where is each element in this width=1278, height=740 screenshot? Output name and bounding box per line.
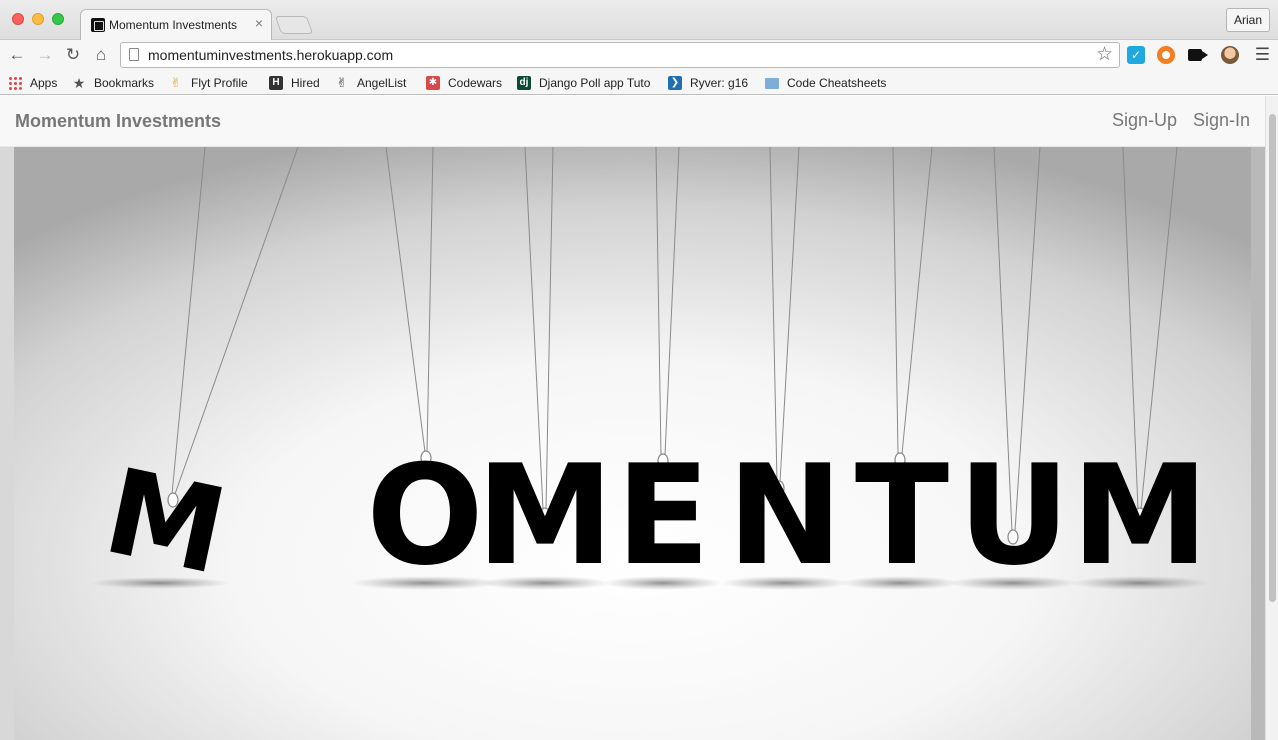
pendulum-string: [655, 147, 662, 456]
close-window-button[interactable]: [12, 13, 24, 25]
bookmark-label: Ryver: g16: [690, 76, 749, 90]
bookmark-bookmarks[interactable]: ★ Bookmarks: [72, 74, 154, 92]
page-icon: [129, 48, 139, 61]
pendulum-string: [769, 147, 778, 483]
url-text[interactable]: momentuminvestments.herokuapp.com: [148, 47, 393, 63]
site-favicon-icon: [91, 18, 105, 32]
web-page: Momentum Investments Sign-Up Sign-In M O…: [0, 96, 1278, 740]
hero-letter-u: U: [958, 435, 1070, 596]
codewars-icon: ✱: [426, 76, 440, 90]
hero-letter-o: O: [366, 435, 483, 596]
bookmark-label: Flyt Profile: [191, 76, 248, 90]
pendulum-string: [174, 147, 299, 495]
maximize-window-button[interactable]: [52, 13, 64, 25]
ryver-icon: ❯: [668, 76, 682, 90]
checkmark-extension-icon[interactable]: ✓: [1127, 46, 1145, 64]
tab-title: Momentum Investments: [109, 18, 238, 32]
reload-icon[interactable]: ↻: [62, 44, 84, 66]
hero-letter-m-last: M: [1071, 435, 1208, 596]
video-camera-extension-icon[interactable]: [1188, 49, 1208, 61]
pendulum-string: [664, 147, 680, 456]
hero-letter-t: T: [855, 435, 949, 596]
momentum-pendulum-graphic: M O M E N T U M: [90, 147, 1210, 601]
pendulum-string: [779, 147, 800, 483]
django-icon: dj: [517, 76, 531, 90]
bookmark-label: Bookmarks: [94, 76, 155, 90]
site-brand[interactable]: Momentum Investments: [15, 111, 221, 132]
hired-icon: H: [269, 76, 283, 90]
bookmark-angellist[interactable]: ✌ AngelList: [335, 74, 407, 92]
bookmark-django-poll-app[interactable]: dj Django Poll app Tuto: [517, 74, 650, 92]
profile-button[interactable]: Arian: [1225, 8, 1270, 32]
back-arrow-icon[interactable]: ←: [6, 44, 28, 66]
bookmark-star-icon[interactable]: ☆: [1096, 44, 1113, 66]
forward-arrow-icon[interactable]: →: [34, 44, 56, 66]
pendulum-string: [892, 147, 899, 455]
bookmark-flyt-profile[interactable]: ✌ Flyt Profile: [169, 74, 248, 92]
page-scrollbar[interactable]: [1265, 96, 1278, 740]
star-icon: ★: [72, 75, 86, 91]
sign-in-link[interactable]: Sign-In: [1193, 110, 1250, 131]
bookmark-hired[interactable]: H Hired: [269, 74, 320, 92]
menu-icon[interactable]: ☰: [1255, 45, 1270, 65]
bookmark-codewars[interactable]: ✱ Codewars: [426, 74, 502, 92]
bookmark-folder-code-cheatsheets[interactable]: Code Cheatsheets: [765, 74, 886, 92]
bookmark-label: Codewars: [448, 76, 503, 90]
home-icon[interactable]: ⌂: [90, 44, 112, 66]
pendulum-string: [901, 147, 933, 455]
sign-up-link[interactable]: Sign-Up: [1112, 110, 1177, 131]
bookmark-label: Hired: [291, 76, 320, 90]
tab-close-icon[interactable]: ×: [255, 15, 263, 31]
bookmark-label: Code Cheatsheets: [787, 76, 887, 90]
hero-letter-e: E: [616, 435, 710, 596]
pendulum-string: [385, 147, 426, 453]
user-avatar-extension-icon[interactable]: [1221, 46, 1239, 64]
hero-banner: M O M E N T U M: [0, 147, 1265, 740]
scrollbar-thumb[interactable]: [1269, 114, 1276, 602]
new-tab-button[interactable]: [274, 16, 314, 34]
hero-letter-m-swinging: M: [94, 442, 238, 601]
bookmark-label: AngelList: [357, 76, 407, 90]
flyt-icon: ✌: [170, 75, 182, 90]
pendulum-string: [171, 147, 206, 495]
address-bar[interactable]: momentuminvestments.herokuapp.com ☆: [120, 42, 1120, 68]
browser-tab-active[interactable]: Momentum Investments ×: [80, 9, 272, 41]
folder-icon: [765, 78, 779, 89]
site-navbar: Momentum Investments Sign-Up Sign-In: [0, 96, 1265, 147]
bookmark-apps[interactable]: Apps: [8, 74, 57, 92]
hero-letter-n: N: [727, 435, 843, 596]
lifebuoy-extension-icon[interactable]: [1157, 46, 1175, 64]
bookmark-label: Apps: [30, 76, 58, 90]
bookmark-label: Django Poll app Tuto: [539, 76, 651, 90]
apps-grid-icon: [8, 76, 22, 90]
angellist-icon: ✌: [336, 75, 348, 90]
browser-title-bar: Momentum Investments × Arian: [0, 0, 1278, 41]
browser-toolbar: ← → ↻ ⌂ momentuminvestments.herokuapp.co…: [0, 40, 1278, 70]
bookmark-ryver[interactable]: ❯ Ryver: g16: [668, 74, 748, 92]
pendulum-string: [426, 147, 434, 453]
minimize-window-button[interactable]: [32, 13, 44, 25]
bookmarks-bar: Apps ★ Bookmarks ✌ Flyt Profile H Hired …: [0, 70, 1278, 95]
hero-letter-m: M: [476, 435, 613, 596]
